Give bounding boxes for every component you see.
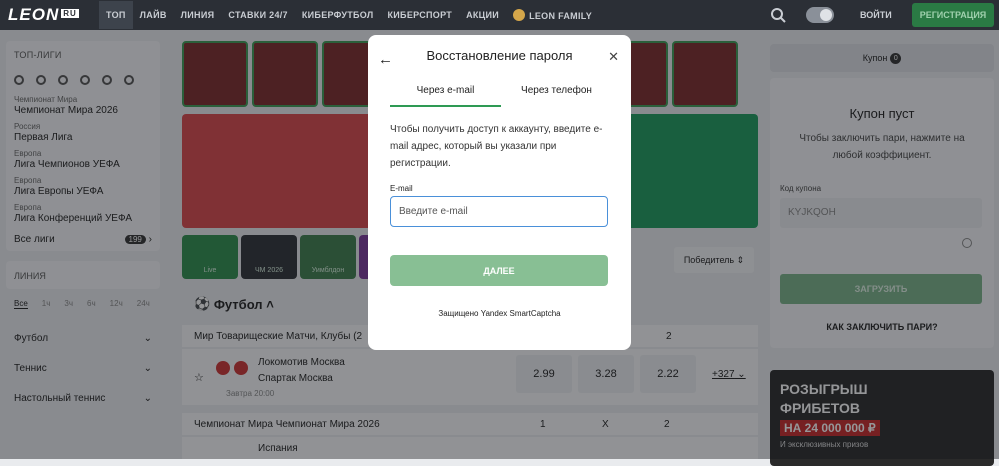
modal-description: Чтобы получить доступ к аккаунту, введит…: [390, 124, 603, 169]
email-label: E-mail: [390, 184, 413, 193]
nav-item-bets-247[interactable]: СТАВКИ 24/7: [228, 10, 287, 20]
nav-item-esports[interactable]: КИБЕРСПОРТ: [387, 10, 452, 20]
email-field[interactable]: [390, 196, 608, 227]
nav-item-cyberfootball[interactable]: КИБЕРФУТБОЛ: [302, 10, 374, 20]
nav-item-leon-family-label: LEON FAMILY: [529, 11, 593, 21]
logo[interactable]: LEON RU: [8, 5, 79, 25]
main-nav: ТОП ЛАЙВ ЛИНИЯ СТАВКИ 24/7 КИБЕРФУТБОЛ К…: [99, 0, 606, 30]
captcha-notice: Защищено Yandex SmartCaptcha: [438, 309, 561, 318]
top-bar: LEON RU ТОП ЛАЙВ ЛИНИЯ СТАВКИ 24/7 КИБЕРФ…: [0, 0, 999, 30]
toggle-knob: [820, 9, 832, 21]
nav-item-promotions[interactable]: АКЦИИ: [466, 10, 499, 20]
paw-icon: [513, 9, 526, 21]
tab-phone[interactable]: Через телефон: [501, 85, 612, 107]
nav-item-line[interactable]: ЛИНИЯ: [181, 10, 215, 20]
modal-title: Восстановление пароля: [426, 48, 573, 63]
tab-email[interactable]: Через e-mail: [390, 85, 501, 107]
logo-text: LEON: [8, 5, 60, 24]
nav-item-leon-family[interactable]: LEON FAMILY: [513, 9, 592, 21]
next-button[interactable]: ДАЛЕЕ: [390, 255, 608, 286]
theme-toggle[interactable]: [806, 7, 834, 23]
search-icon[interactable]: [770, 7, 786, 23]
nav-item-live[interactable]: ЛАЙВ: [140, 10, 167, 20]
recovery-method-tabs: Через e-mail Через телефон: [390, 85, 612, 107]
register-button[interactable]: РЕГИСТРАЦИЯ: [912, 3, 994, 27]
nav-item-top[interactable]: ТОП: [99, 1, 133, 29]
close-icon[interactable]: ✕: [608, 49, 619, 65]
login-button[interactable]: ВОЙТИ: [860, 10, 892, 20]
logo-region: RU: [61, 9, 79, 18]
password-recovery-modal: ← Восстановление пароля ✕ Через e-mail Ч…: [368, 35, 631, 350]
